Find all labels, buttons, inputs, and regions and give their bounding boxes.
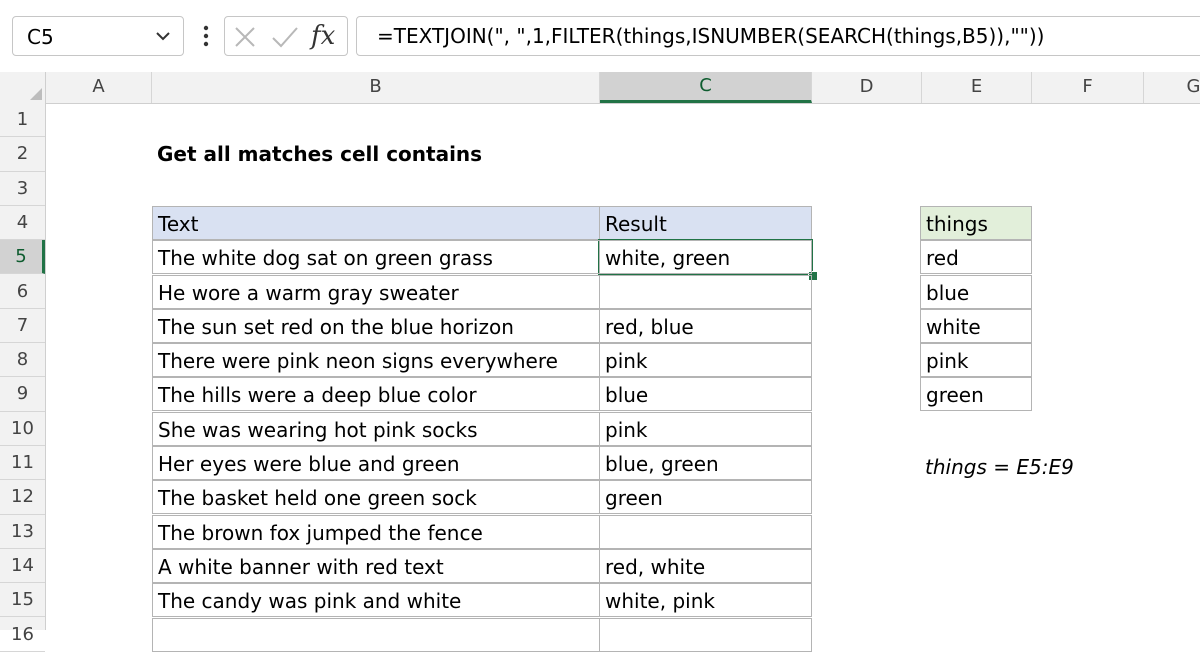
row-header-column: 1 2 3 4 5 6 7 8 9 10 11 12 13 14 15 16 [0,103,46,652]
things-item[interactable]: pink [920,343,1032,378]
table-row-result[interactable]: green [599,480,812,515]
column-header-row: ABCDEFG [0,72,1200,104]
select-all-triangle-icon [30,88,42,100]
column-header-c[interactable]: C [600,72,812,103]
table-row-text[interactable]: She was wearing hot pink socks [152,411,600,446]
select-all-button[interactable] [0,72,46,103]
name-box-value: C5 [27,25,54,49]
table-row-result[interactable]: red, blue [599,308,812,343]
named-range-note[interactable]: things = E5:E9 [920,450,1160,484]
table-row-text[interactable]: The candy was pink and white [152,583,600,618]
fx-icon[interactable]: fx [311,19,343,53]
things-item[interactable]: red [920,240,1032,275]
column-header-d[interactable]: D [812,72,922,103]
formula-bar: C5 fx =TEXTJOIN(", ",1,FILTER(things,ISN… [0,0,1200,73]
row-header-10[interactable]: 10 [0,412,45,446]
row-header-15[interactable]: 15 [0,583,45,618]
table-row-text[interactable]: Her eyes were blue and green [152,446,600,480]
column-header-f[interactable]: F [1032,72,1144,103]
formula-bar-buttons: fx [224,16,348,56]
table-header-result[interactable]: Result [599,206,812,240]
row-header-4[interactable]: 4 [0,206,45,241]
things-header[interactable]: things [920,206,1032,240]
column-header-b[interactable]: B [152,72,600,103]
name-box[interactable]: C5 [12,16,184,56]
table-row-text[interactable]: There were pink neon signs everywhere [152,343,600,378]
sheet-title[interactable]: Get all matches cell contains [152,137,598,171]
table-row-result[interactable] [599,274,812,309]
row-header-5[interactable]: 5 [0,240,45,275]
row-header-13[interactable]: 13 [0,515,45,549]
table-row-result[interactable]: white, green [599,240,812,275]
table-row-text[interactable] [152,617,600,652]
things-item[interactable]: green [920,377,1032,412]
table-row-result[interactable]: red, white [599,548,812,583]
table-row-text[interactable]: The sun set red on the blue horizon [152,308,600,343]
row-header-2[interactable]: 2 [0,137,45,172]
row-header-9[interactable]: 9 [0,377,45,412]
table-row-result[interactable]: blue, green [599,446,812,480]
row-header-11[interactable]: 11 [0,446,45,481]
chevron-down-icon[interactable] [151,24,175,48]
things-item[interactable]: white [920,308,1032,343]
formula-text: =TEXTJOIN(", ",1,FILTER(things,ISNUMBER(… [377,24,1045,48]
table-row-text[interactable]: The basket held one green sock [152,480,600,515]
row-header-16[interactable]: 16 [0,618,45,652]
table-row-text[interactable]: The white dog sat on green grass [152,240,600,275]
formula-input[interactable]: =TEXTJOIN(", ",1,FILTER(things,ISNUMBER(… [356,16,1200,56]
column-header-a[interactable]: A [46,72,152,103]
column-header-g[interactable]: G [1144,72,1200,103]
table-row-text[interactable]: He wore a warm gray sweater [152,274,600,309]
worksheet-grid[interactable]: Get all matches cell contains Text Resul… [46,103,1200,652]
things-item[interactable]: blue [920,274,1032,309]
vertical-dots-icon[interactable] [196,20,216,52]
table-header-text[interactable]: Text [152,206,600,240]
table-row-result[interactable]: pink [599,411,812,446]
row-header-1[interactable]: 1 [0,103,45,138]
row-header-6[interactable]: 6 [0,275,45,309]
table-row-result[interactable] [599,617,812,652]
row-header-14[interactable]: 14 [0,549,45,584]
column-header-e[interactable]: E [922,72,1032,103]
table-row-result[interactable]: blue [599,377,812,412]
table-row-result[interactable]: pink [599,343,812,378]
x-icon[interactable] [233,25,257,49]
table-row-text[interactable]: The hills were a deep blue color [152,377,600,412]
row-header-8[interactable]: 8 [0,343,45,378]
row-header-12[interactable]: 12 [0,480,45,515]
table-row-result[interactable]: white, pink [599,583,812,618]
check-icon[interactable] [271,25,299,49]
table-row-result[interactable] [599,514,812,549]
table-row-text[interactable]: A white banner with red text [152,548,600,583]
row-header-7[interactable]: 7 [0,309,45,344]
table-row-text[interactable]: The brown fox jumped the fence [152,514,600,549]
row-header-3[interactable]: 3 [0,172,45,206]
